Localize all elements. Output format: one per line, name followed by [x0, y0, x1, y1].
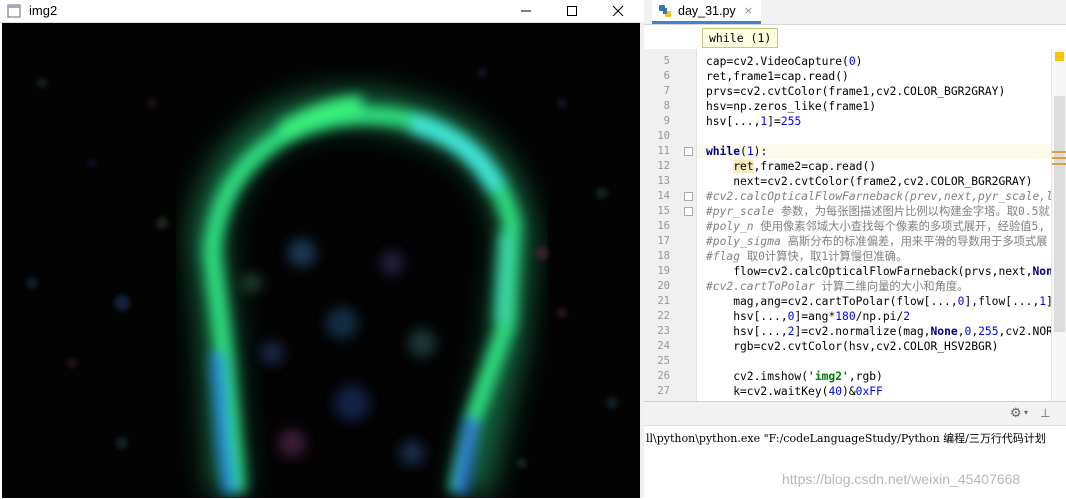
code-line[interactable]: hsv[...,2]=cv2.normalize(mag,None,0,255,… — [706, 324, 1051, 339]
line-number[interactable]: 15 — [644, 204, 670, 219]
code-line[interactable]: mag,ang=cv2.cartToPolar(flow[...,0],flow… — [706, 294, 1051, 309]
line-number[interactable]: 23 — [644, 324, 670, 339]
line-number[interactable]: 7 — [644, 84, 670, 99]
code-line[interactable]: #pyr_scale 参数，为每张图描述图片比例以构建金字塔。取0.5就 — [706, 204, 1050, 219]
watermark: https://blog.csdn.net/weixin_45407668 — [782, 471, 1021, 487]
line-number[interactable]: 14 — [644, 189, 670, 204]
minimize-icon — [521, 10, 531, 12]
scrollbar-thumb[interactable] — [1054, 96, 1065, 332]
line-number[interactable]: 12 — [644, 159, 670, 174]
line-number[interactable]: 20 — [644, 279, 670, 294]
code-line[interactable]: #flag 取0计算快，取1计算慢但准确。 — [706, 249, 907, 264]
code-line[interactable]: #poly_sigma 高斯分布的标准偏差，用来平滑的导数用于多项式展 — [706, 234, 1047, 249]
code-line[interactable]: #cv2.cartToPolar 计算二维向量的大小和角度。 — [706, 279, 969, 294]
breadcrumb-bar: while (1) — [644, 25, 1066, 49]
code-line[interactable]: #poly_n 使用像素邻域大小查找每个像素的多项式展开，经验值5, — [706, 219, 1045, 234]
run-panel-header: ⚙ ▾ ⊥ — [644, 401, 1066, 426]
code-area[interactable]: cap=cv2.VideoCapture(0) ret,frame1=cap.re… — [697, 49, 1051, 401]
close-icon — [612, 5, 624, 17]
code-line[interactable]: next=cv2.cvtColor(frame2,cv2.COLOR_BGR2G… — [706, 174, 1032, 189]
editor-tab-bar: day_31.py × — [644, 0, 1066, 25]
line-number[interactable]: 10 — [644, 129, 670, 144]
line-number[interactable]: 5 — [644, 54, 670, 69]
code-editor: day_31.py × while (1) 5 6 7 8 9 10 11 12 13 14 15 1… — [644, 0, 1066, 499]
code-line[interactable]: flow=cv2.calcOpticalFlowFarneback(prvs,n… — [706, 264, 1051, 279]
line-number[interactable]: 11 — [644, 144, 670, 159]
line-number-gutter[interactable]: 5 6 7 8 9 10 11 12 13 14 15 16 17 18 19 20 21 22 23 24 25 26 2… — [644, 49, 697, 401]
minimize-button[interactable] — [503, 0, 549, 22]
gear-icon[interactable]: ⚙ — [1010, 406, 1022, 421]
code-line[interactable]: prvs=cv2.cvtColor(frame1,cv2.COLOR_BGR2G… — [706, 84, 1005, 99]
pin-icon[interactable]: ⊥ — [1040, 406, 1050, 420]
close-button[interactable] — [595, 0, 641, 22]
error-stripe[interactable] — [1051, 49, 1066, 401]
code-line[interactable]: while(1): — [706, 144, 767, 159]
python-file-icon — [659, 4, 671, 17]
tab-close-icon[interactable]: × — [744, 4, 753, 17]
maximize-icon — [567, 6, 577, 16]
fold-marker-icon[interactable] — [684, 147, 693, 156]
code-line[interactable]: hsv[...,1]=255 — [706, 114, 801, 129]
image-window-title: img2 — [29, 3, 58, 18]
optical-flow-image — [2, 23, 640, 498]
image-window-titlebar[interactable]: img2 — [0, 0, 644, 23]
code-line[interactable]: ret,frame1=cap.read() — [706, 69, 849, 84]
optical-flow-visualization — [2, 23, 640, 498]
line-number[interactable]: 25 — [644, 354, 670, 369]
line-number[interactable]: 6 — [644, 69, 670, 84]
code-line[interactable]: ret,frame2=cap.read() — [706, 159, 876, 174]
line-number[interactable]: 27 — [644, 384, 670, 399]
line-number[interactable]: 24 — [644, 339, 670, 354]
image-window: img2 — [0, 0, 644, 498]
code-line[interactable]: #cv2.calcOpticalFlowFarneback(prev,next,… — [706, 189, 1051, 204]
line-number[interactable]: 17 — [644, 234, 670, 249]
code-line[interactable]: hsv[...,0]=ang*180/np.pi/2 — [706, 309, 910, 324]
console-output: ll\python\python.exe "F:/codeLanguageStu… — [646, 432, 1046, 445]
line-number[interactable]: 13 — [644, 174, 670, 189]
maximize-button[interactable] — [549, 0, 595, 22]
code-line[interactable]: rgb=cv2.cvtColor(hsv,cv2.COLOR_HSV2BGR) — [706, 339, 998, 354]
stripe-mark[interactable] — [1052, 151, 1066, 153]
line-number[interactable]: 16 — [644, 219, 670, 234]
line-number[interactable]: 18 — [644, 249, 670, 264]
tab-day-31-py[interactable]: day_31.py × — [652, 0, 761, 24]
app-icon — [7, 4, 21, 18]
line-number[interactable]: 21 — [644, 294, 670, 309]
line-number[interactable]: 19 — [644, 264, 670, 279]
warning-marker[interactable] — [1055, 52, 1064, 61]
line-number[interactable]: 8 — [644, 99, 670, 114]
chevron-down-icon[interactable]: ▾ — [1024, 408, 1028, 417]
line-number[interactable]: 26 — [644, 369, 670, 384]
code-line[interactable]: cv2.imshow('img2',rgb) — [706, 369, 883, 384]
tab-label: day_31.py — [678, 3, 736, 18]
stripe-mark[interactable] — [1052, 163, 1066, 165]
breadcrumb[interactable]: while (1) — [702, 28, 779, 48]
stripe-mark[interactable] — [1052, 157, 1066, 159]
code-line[interactable]: cap=cv2.VideoCapture(0) — [706, 54, 862, 69]
fold-marker-icon[interactable] — [684, 207, 693, 216]
line-number[interactable]: 9 — [644, 114, 670, 129]
run-console[interactable]: ll\python\python.exe "F:/codeLanguageStu… — [644, 425, 1066, 499]
code-line[interactable]: hsv=np.zeros_like(frame1) — [706, 99, 876, 114]
fold-marker-icon[interactable] — [684, 192, 693, 201]
line-number[interactable]: 22 — [644, 309, 670, 324]
code-line[interactable]: k=cv2.waitKey(40)&0xFF — [706, 384, 883, 399]
